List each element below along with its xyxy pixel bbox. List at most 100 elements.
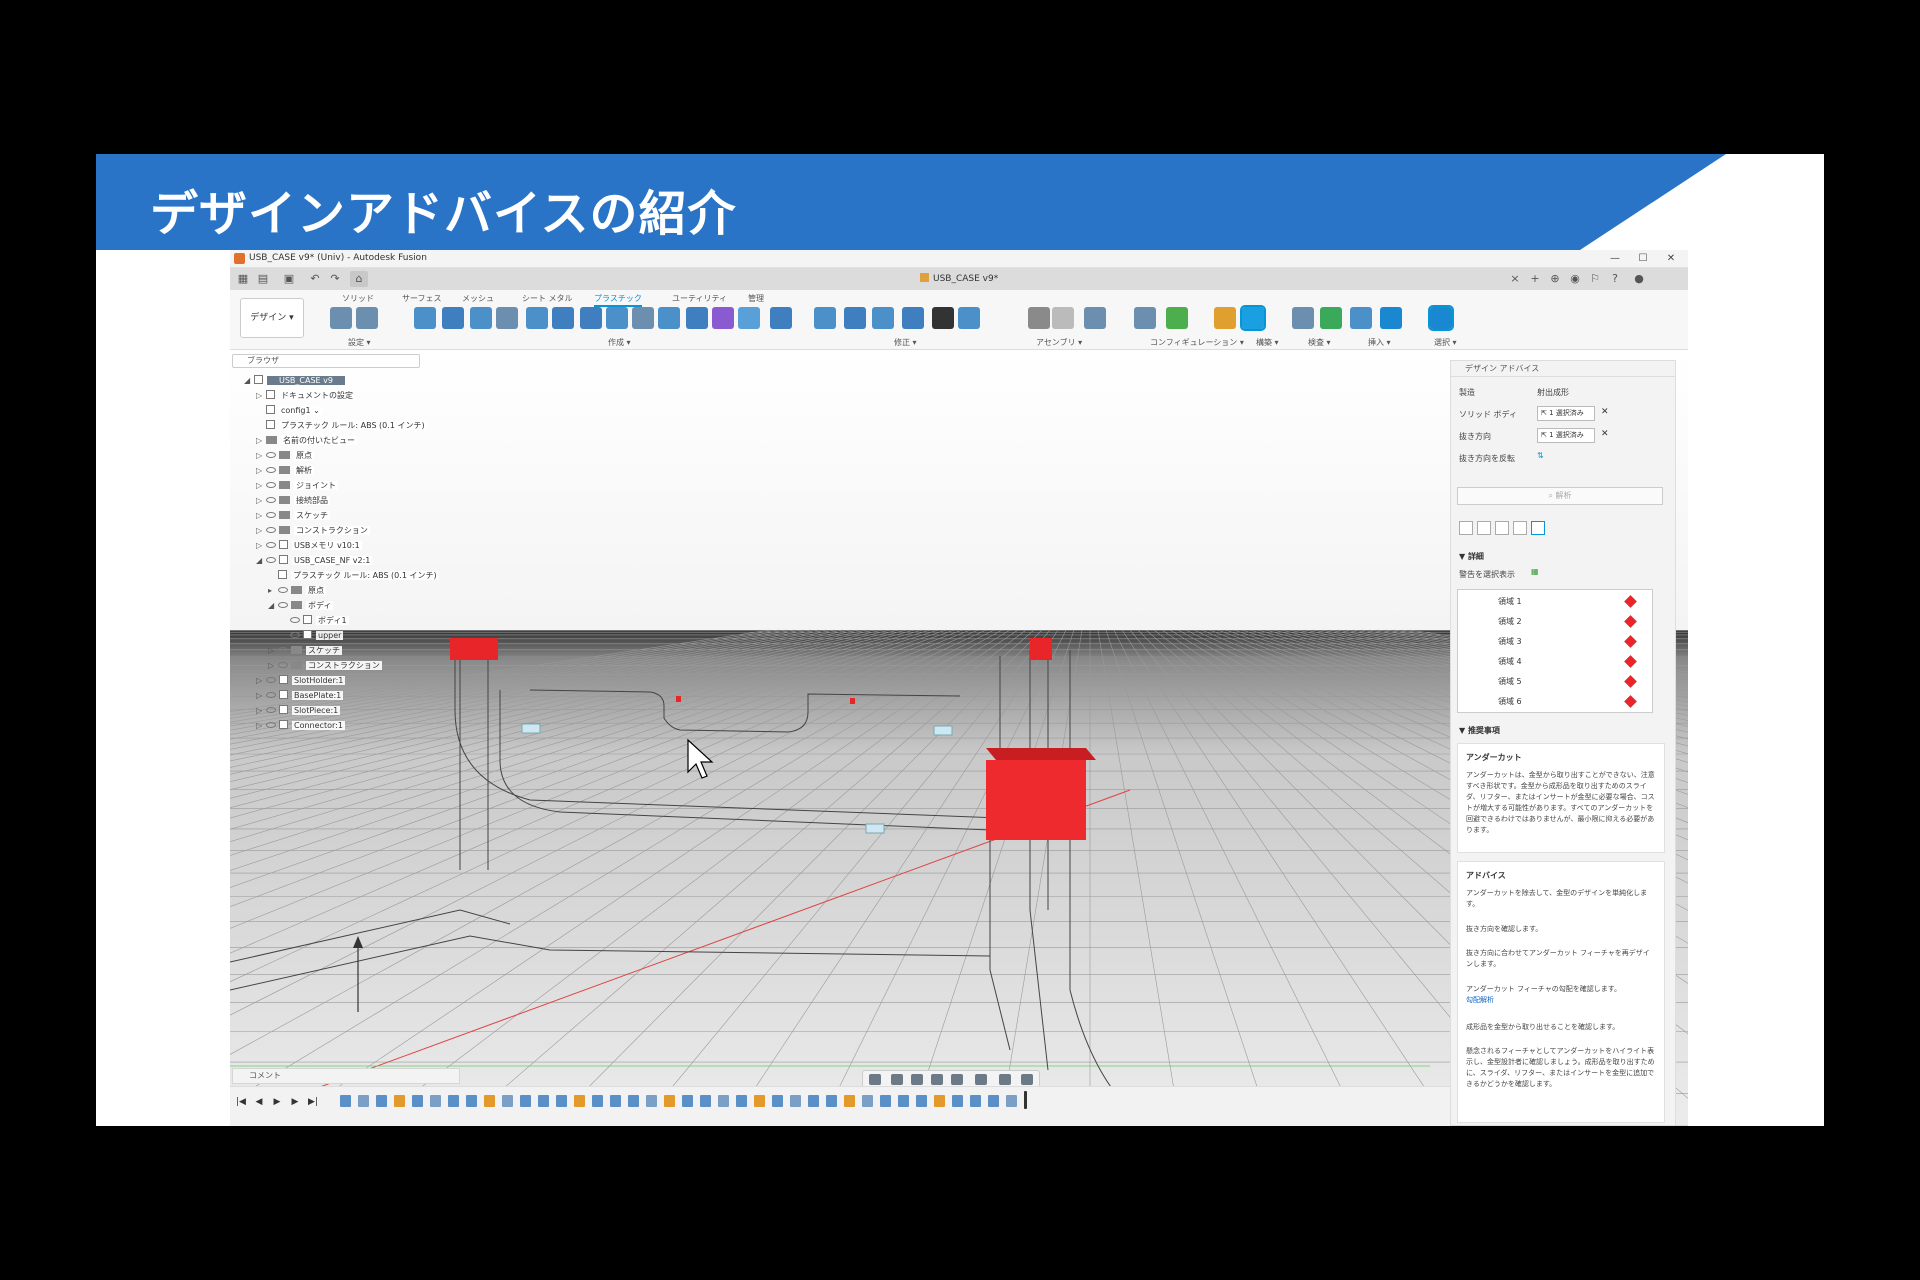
- new-tab-icon[interactable]: +: [1526, 271, 1544, 287]
- timeline-feature-icon[interactable]: [898, 1095, 909, 1107]
- save-icon[interactable]: ▣: [280, 271, 298, 287]
- timeline-feature-icon[interactable]: [826, 1095, 837, 1107]
- group-construct[interactable]: 構築 ▾: [1256, 337, 1279, 348]
- dimension-tag-2[interactable]: [933, 725, 953, 736]
- expand-arrow-icon[interactable]: ▷: [256, 674, 266, 687]
- timeline-feature-icon[interactable]: [646, 1095, 657, 1107]
- display-settings-icon[interactable]: [975, 1074, 987, 1085]
- expand-arrow-icon[interactable]: ▷: [256, 464, 266, 477]
- draft-icon[interactable]: [1513, 521, 1527, 535]
- design-advice-icon[interactable]: [1240, 305, 1266, 331]
- apps-grid-icon[interactable]: ▦: [234, 271, 252, 287]
- job-status-icon[interactable]: ◉: [1566, 271, 1584, 287]
- browser-item-22[interactable]: ▷ SlotPiece:1: [256, 704, 341, 717]
- timeline-feature-icon[interactable]: [394, 1095, 405, 1107]
- undercut-marker-b[interactable]: [850, 698, 855, 704]
- manufacturing-value[interactable]: 射出成形: [1537, 387, 1569, 398]
- timeline-feature-icon[interactable]: [862, 1095, 873, 1107]
- visibility-eye-icon[interactable]: [278, 662, 288, 668]
- visibility-eye-icon[interactable]: [266, 677, 276, 683]
- timeline-feature-icon[interactable]: [592, 1095, 603, 1107]
- select-tool-icon[interactable]: [1428, 305, 1454, 331]
- zoom-icon[interactable]: [931, 1074, 943, 1085]
- area-row[interactable]: 領域 5: [1498, 676, 1522, 687]
- browser-item-21[interactable]: ▷ BasePlate:1: [256, 689, 344, 702]
- timeline-feature-icon[interactable]: [988, 1095, 999, 1107]
- solid-body-selector[interactable]: ⇱ 1 選択済み: [1537, 406, 1595, 421]
- extensions-icon[interactable]: ⊕: [1546, 271, 1564, 287]
- timeline-feature-icon[interactable]: [358, 1095, 369, 1107]
- browser-item-3[interactable]: プラスチック ルール: ABS (0.1 インチ): [256, 419, 427, 432]
- browser-item-20[interactable]: ▷ SlotHolder:1: [256, 674, 346, 687]
- group-inspect[interactable]: 検査 ▾: [1308, 337, 1331, 348]
- timeline-feature-icon[interactable]: [934, 1095, 945, 1107]
- visibility-eye-icon[interactable]: [266, 482, 276, 488]
- timeline-play-button[interactable]: ▶: [270, 1095, 284, 1109]
- timeline-feature-icon[interactable]: [466, 1095, 477, 1107]
- plane-tool-icon[interactable]: [1166, 307, 1188, 329]
- tab-manage[interactable]: 管理: [748, 293, 764, 304]
- timeline-feature-icon[interactable]: [412, 1095, 423, 1107]
- timeline-feature-icon[interactable]: [952, 1095, 963, 1107]
- area-row[interactable]: 領域 4: [1498, 656, 1522, 667]
- move-tool-icon[interactable]: [932, 307, 954, 329]
- group-select[interactable]: 選択 ▾: [1434, 337, 1457, 348]
- comments-bar[interactable]: コメント: [232, 1068, 460, 1084]
- browser-item-12[interactable]: ◢ USB_CASE_NF v2:1: [256, 554, 373, 567]
- group-configure[interactable]: コンフィギュレーション ▾: [1150, 337, 1244, 348]
- chamfer-tool-icon[interactable]: [844, 307, 866, 329]
- expand-arrow-icon[interactable]: ▷: [256, 494, 266, 507]
- visibility-eye-icon[interactable]: [266, 467, 276, 473]
- timeline-feature-icon[interactable]: [1006, 1095, 1017, 1107]
- shell-tool-icon[interactable]: [470, 307, 492, 329]
- pan-icon[interactable]: [911, 1074, 923, 1085]
- timeline-feature-icon[interactable]: [502, 1095, 513, 1107]
- timeline-start-button[interactable]: |◀: [234, 1095, 248, 1109]
- visibility-eye-icon[interactable]: [290, 632, 300, 638]
- expand-arrow-icon[interactable]: ◢: [256, 554, 266, 567]
- close-button[interactable]: ✕: [1658, 251, 1684, 267]
- home-icon[interactable]: ⌂: [350, 271, 368, 287]
- analyze-button[interactable]: ⌕ 解析: [1457, 487, 1663, 505]
- show-all-icon[interactable]: ▦: [1531, 567, 1539, 576]
- lip-tool-icon[interactable]: [580, 307, 602, 329]
- timeline-feature-icon[interactable]: [538, 1095, 549, 1107]
- browser-item-6[interactable]: ▷ 解析: [256, 464, 314, 477]
- browser-item-0[interactable]: ◢ USB_CASE v9: [244, 374, 345, 387]
- browser-item-1[interactable]: ▷ ドキュメントの設定: [256, 389, 355, 402]
- sketch-tool-icon[interactable]: [414, 307, 436, 329]
- browser-header[interactable]: ブラウザ: [232, 354, 420, 368]
- tab-solid[interactable]: ソリッド: [342, 293, 374, 304]
- undercut-marker-a[interactable]: [676, 696, 681, 702]
- expand-arrow-icon[interactable]: ▷: [256, 689, 266, 702]
- visibility-eye-icon[interactable]: [266, 557, 276, 563]
- visibility-eye-icon[interactable]: [290, 617, 300, 623]
- details-section-title[interactable]: ▼ 詳細: [1459, 551, 1484, 562]
- expand-arrow-icon[interactable]: ▷: [256, 479, 266, 492]
- clear-solid-body-icon[interactable]: ✕: [1601, 407, 1609, 417]
- workspace-switcher[interactable]: デザイン ▾: [240, 298, 304, 338]
- browser-item-18[interactable]: ▷ スケッチ: [268, 644, 342, 657]
- visibility-eye-icon[interactable]: [266, 452, 276, 458]
- browser-item-8[interactable]: ▷ 接続部品: [256, 494, 330, 507]
- group-modify[interactable]: 修正 ▾: [894, 337, 917, 348]
- expand-arrow-icon[interactable]: ▷: [256, 389, 266, 402]
- timeline-end-button[interactable]: ▶|: [306, 1095, 320, 1109]
- browser-item-2[interactable]: config1 ⌄: [256, 404, 322, 417]
- expand-arrow-icon[interactable]: ▷: [256, 539, 266, 552]
- file-menu-icon[interactable]: ▤: [254, 271, 272, 287]
- browser-item-11[interactable]: ▷ USBメモリ v10:1: [256, 539, 362, 552]
- split-tool-icon[interactable]: [686, 307, 708, 329]
- timeline-feature-icon[interactable]: [700, 1095, 711, 1107]
- eraser-icon[interactable]: [1477, 521, 1491, 535]
- fit-icon[interactable]: [951, 1074, 963, 1085]
- list-view-icon[interactable]: [1459, 521, 1473, 535]
- visibility-eye-icon[interactable]: [266, 692, 276, 698]
- draft-analysis-link[interactable]: 勾配解析: [1466, 995, 1656, 1006]
- insert-mesh-icon[interactable]: [1320, 307, 1342, 329]
- viewports-icon[interactable]: [1021, 1074, 1033, 1085]
- browser-item-14[interactable]: ▸ 原点: [268, 584, 326, 597]
- minimize-button[interactable]: —: [1602, 251, 1628, 267]
- rules-tool-icon[interactable]: [356, 307, 378, 329]
- area-row[interactable]: 領域 2: [1498, 616, 1522, 627]
